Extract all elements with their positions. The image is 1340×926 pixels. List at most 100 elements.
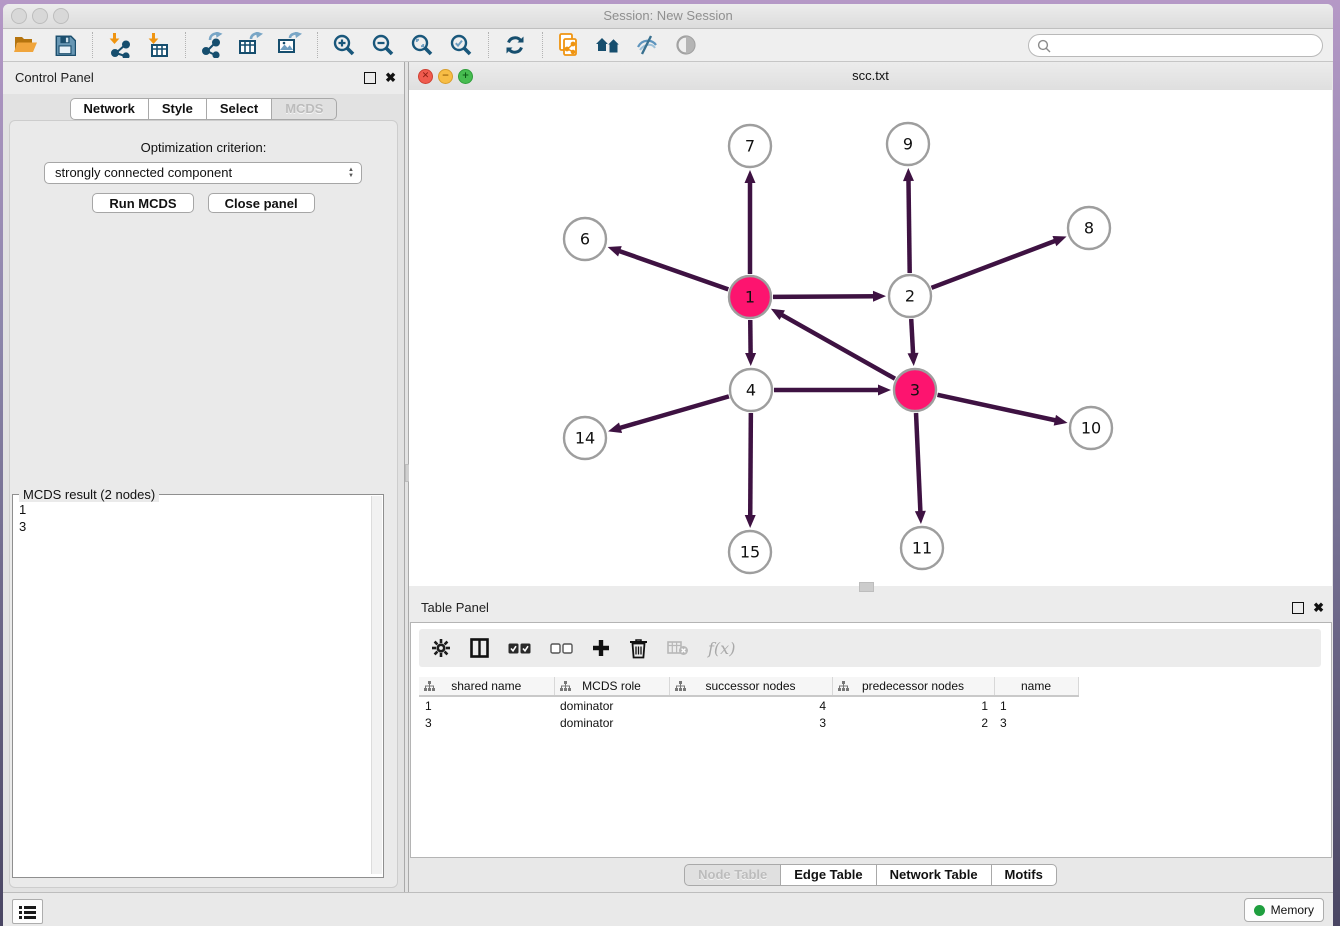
network-zoom-icon[interactable]: + xyxy=(458,69,473,84)
table-cell[interactable]: 2 xyxy=(832,714,994,731)
table-cell[interactable]: 3 xyxy=(419,714,554,731)
delete-row-icon[interactable] xyxy=(629,638,648,659)
graph-node-14[interactable]: 14 xyxy=(564,417,606,459)
hide-panel-icon[interactable] xyxy=(632,31,662,59)
export-network-icon[interactable] xyxy=(197,31,227,59)
graph-edge-2-3[interactable] xyxy=(911,319,913,358)
title-bar[interactable]: Session: New Session xyxy=(3,4,1333,29)
resize-handle-icon[interactable] xyxy=(859,582,874,592)
network-minimize-icon[interactable]: − xyxy=(438,69,453,84)
memory-button[interactable]: Memory xyxy=(1244,898,1324,922)
import-table-icon[interactable] xyxy=(143,31,173,59)
column-header-predecessor-nodes[interactable]: predecessor nodes xyxy=(832,677,994,696)
table-row[interactable]: 1dominator411 xyxy=(419,696,1078,714)
column-header-successor-nodes[interactable]: successor nodes xyxy=(669,677,832,696)
graph-edge-3-11[interactable] xyxy=(916,413,921,516)
zoom-out-icon[interactable] xyxy=(368,31,398,59)
gear-icon[interactable] xyxy=(431,638,451,658)
table-cell[interactable]: dominator xyxy=(554,714,669,731)
graph-node-11[interactable]: 11 xyxy=(901,527,943,569)
optimization-criterion-select[interactable]: strongly connected component ▲▼ xyxy=(44,162,362,184)
select-all-icon[interactable] xyxy=(508,643,531,654)
table-cell[interactable]: 3 xyxy=(994,714,1078,731)
tab-network-table[interactable]: Network Table xyxy=(876,864,992,886)
zoom-selected-icon[interactable] xyxy=(446,31,476,59)
unselect-all-icon[interactable] xyxy=(550,643,573,654)
open-file-icon[interactable] xyxy=(11,31,41,59)
network-view-window: ✕ − + scc.txt 1 2 3 4 6 7 8 9 10 11 14 15 xyxy=(409,62,1332,592)
graph-node-10[interactable]: 10 xyxy=(1070,407,1112,449)
graph-edge-1-2[interactable] xyxy=(773,296,878,297)
network-close-icon[interactable]: ✕ xyxy=(418,69,433,84)
graph-node-9[interactable]: 9 xyxy=(887,123,929,165)
export-table-icon[interactable] xyxy=(236,31,266,59)
table-panel-title: Table Panel xyxy=(409,592,1332,624)
graph-node-3[interactable]: 3 xyxy=(894,369,936,411)
graph-edge-4-14[interactable] xyxy=(616,396,729,429)
run-mcds-button[interactable]: Run MCDS xyxy=(92,193,193,213)
tab-edge-table[interactable]: Edge Table xyxy=(780,864,876,886)
network-canvas[interactable]: 1 2 3 4 6 7 8 9 10 11 14 15 xyxy=(409,90,1332,586)
svg-text:2: 2 xyxy=(905,287,915,306)
tab-network[interactable]: Network xyxy=(70,98,149,120)
list-icon xyxy=(19,905,36,919)
memory-status-icon xyxy=(1254,905,1265,916)
tab-style[interactable]: Style xyxy=(148,98,207,120)
result-scrollbar[interactable] xyxy=(371,496,382,874)
table-row[interactable]: 3dominator323 xyxy=(419,714,1078,731)
search-input[interactable] xyxy=(1028,34,1323,57)
save-session-icon[interactable] xyxy=(50,31,80,59)
table-cell[interactable]: 1 xyxy=(832,696,994,714)
tab-mcds[interactable]: MCDS xyxy=(271,98,337,120)
graph-node-8[interactable]: 8 xyxy=(1068,207,1110,249)
graph-edge-3-1[interactable] xyxy=(778,313,895,379)
zoom-window-icon[interactable] xyxy=(53,8,69,24)
graph-node-7[interactable]: 7 xyxy=(729,125,771,167)
tab-motifs[interactable]: Motifs xyxy=(991,864,1057,886)
table-cell[interactable]: 4 xyxy=(669,696,832,714)
zoom-fit-icon[interactable] xyxy=(407,31,437,59)
add-row-icon[interactable] xyxy=(592,639,610,657)
graph-edge-2-9[interactable] xyxy=(908,176,909,273)
network-window-titlebar[interactable]: ✕ − + scc.txt xyxy=(409,62,1332,91)
column-header-name[interactable]: name xyxy=(994,677,1078,696)
minimize-window-icon[interactable] xyxy=(32,8,48,24)
table-toolbar: f(x) xyxy=(419,629,1321,667)
float-panel-icon[interactable] xyxy=(364,72,376,84)
zoom-in-icon[interactable] xyxy=(329,31,359,59)
node-table[interactable]: shared nameMCDS rolesuccessor nodesprede… xyxy=(419,677,1079,731)
graph-node-1[interactable]: 1 xyxy=(729,276,771,318)
close-window-icon[interactable] xyxy=(11,8,27,24)
import-network-icon[interactable] xyxy=(104,31,134,59)
close-panel-button[interactable]: Close panel xyxy=(208,193,315,213)
graph-edge-4-15[interactable] xyxy=(750,413,751,520)
column-layout-icon[interactable] xyxy=(470,638,489,658)
duplicate-network-icon[interactable] xyxy=(554,31,584,59)
close-panel-icon[interactable]: ✖ xyxy=(385,73,396,83)
svg-text:9: 9 xyxy=(903,135,913,154)
tab-node-table[interactable]: Node Table xyxy=(684,864,781,886)
refresh-icon[interactable] xyxy=(500,31,530,59)
close-table-panel-icon[interactable]: ✖ xyxy=(1313,603,1324,613)
column-header-shared-name[interactable]: shared name xyxy=(419,677,554,696)
export-image-icon[interactable] xyxy=(275,31,305,59)
graph-node-15[interactable]: 15 xyxy=(729,531,771,573)
task-history-button[interactable] xyxy=(12,899,43,924)
graph-edge-1-6[interactable] xyxy=(615,250,728,290)
table-cell[interactable]: 1 xyxy=(994,696,1078,714)
graph-edge-2-8[interactable] xyxy=(932,239,1060,287)
mcds-result-text[interactable]: 1 3 xyxy=(19,501,26,535)
table-cell[interactable]: 1 xyxy=(419,696,554,714)
status-bar: Memory xyxy=(3,892,1333,926)
graph-edge-3-10[interactable] xyxy=(937,395,1059,421)
graph-node-4[interactable]: 4 xyxy=(730,369,772,411)
table-cell[interactable]: dominator xyxy=(554,696,669,714)
memory-label: Memory xyxy=(1271,903,1314,917)
home-network-icon[interactable] xyxy=(593,31,623,59)
float-table-panel-icon[interactable] xyxy=(1292,602,1304,614)
column-header-MCDS-role[interactable]: MCDS role xyxy=(554,677,669,696)
graph-node-6[interactable]: 6 xyxy=(564,218,606,260)
tab-select[interactable]: Select xyxy=(206,98,272,120)
table-cell[interactable]: 3 xyxy=(669,714,832,731)
graph-node-2[interactable]: 2 xyxy=(889,275,931,317)
